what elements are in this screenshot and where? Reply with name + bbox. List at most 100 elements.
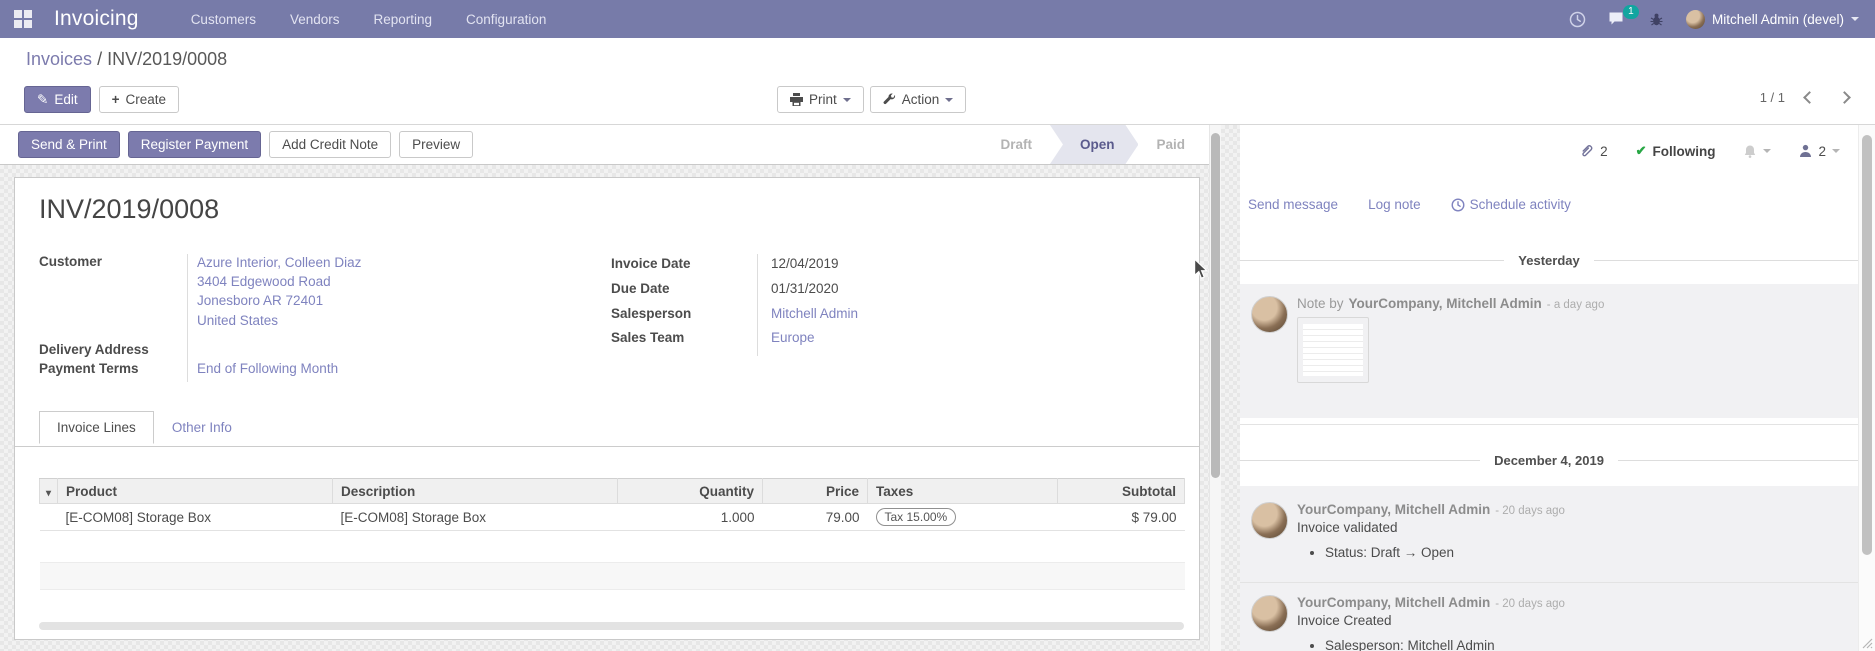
invoice-title: INV/2019/0008	[39, 194, 219, 225]
followers-count: 2	[1818, 144, 1826, 159]
pager-next-icon[interactable]	[1838, 91, 1851, 104]
send-print-button[interactable]: Send & Print	[18, 131, 120, 158]
breadcrumb-current: INV/2019/0008	[107, 49, 227, 69]
attachments-button[interactable]: 2	[1579, 144, 1608, 159]
table-row[interactable]: [E-COM08] Storage Box [E-COM08] Storage …	[40, 504, 1185, 531]
table-row[interactable]	[40, 531, 1185, 563]
following-button[interactable]: ✔ Following	[1636, 143, 1716, 159]
col-product[interactable]: Product	[58, 479, 333, 504]
cell-description[interactable]: [E-COM08] Storage Box	[333, 504, 618, 531]
sales-team-label: Sales Team	[611, 330, 684, 345]
col-taxes[interactable]: Taxes	[868, 479, 1058, 504]
customer-value[interactable]: Azure Interior, Colleen Diaz 3404 Edgewo…	[197, 253, 361, 330]
date-divider: December 4, 2019	[1240, 453, 1858, 468]
cell-taxes[interactable]: Tax 15.00%	[868, 504, 1058, 531]
due-date-value: 01/31/2020	[771, 281, 839, 296]
tab-invoice-lines[interactable]: Invoice Lines	[39, 411, 154, 444]
breadcrumb: Invoices / INV/2019/0008	[26, 49, 227, 70]
chevron-down-icon	[1763, 149, 1771, 153]
print-button[interactable]: Print	[777, 86, 864, 113]
cell-quantity[interactable]: 1.000	[618, 504, 763, 531]
customer-name[interactable]: Azure Interior, Colleen Diaz	[197, 253, 361, 272]
payment-terms-label: Payment Terms	[39, 361, 139, 376]
chatter-scrollbar[interactable]	[1858, 125, 1875, 651]
col-subtotal[interactable]: Subtotal	[1058, 479, 1185, 504]
user-menu[interactable]: Mitchell Admin (devel)	[1686, 10, 1859, 29]
cell-price[interactable]: 79.00	[763, 504, 868, 531]
customer-city[interactable]: Jonesboro AR 72401	[197, 291, 361, 310]
menu-reporting[interactable]: Reporting	[374, 12, 433, 27]
apps-grid-icon[interactable]	[14, 10, 32, 28]
action-button[interactable]: Action	[870, 86, 967, 113]
check-icon: ✔	[1636, 143, 1647, 159]
breadcrumb-invoices[interactable]: Invoices	[26, 49, 92, 69]
pager-previous-icon[interactable]	[1803, 91, 1816, 104]
menu-vendors[interactable]: Vendors	[290, 12, 340, 27]
sales-team-value[interactable]: Europe	[771, 330, 815, 345]
chatter-message[interactable]: Note by YourCompany, Mitchell Admin - a …	[1240, 284, 1858, 418]
schedule-activity-link[interactable]: Schedule activity	[1451, 197, 1571, 212]
message-prefix: Note by	[1297, 296, 1344, 311]
send-message-link[interactable]: Send message	[1248, 197, 1338, 212]
table-horizontal-scrollbar[interactable]	[39, 622, 1184, 630]
sort-caret-icon[interactable]: ▾	[40, 479, 58, 504]
subscription-bell-button[interactable]	[1743, 144, 1771, 159]
salesperson-value[interactable]: Mitchell Admin	[771, 306, 858, 321]
log-note-link[interactable]: Log note	[1368, 197, 1421, 212]
tab-other-info[interactable]: Other Info	[154, 412, 250, 443]
topbar-right: 1 Mitchell Admin (devel)	[1569, 10, 1859, 29]
app-brand[interactable]: Invoicing	[54, 7, 139, 31]
customer-street[interactable]: 3404 Edgewood Road	[197, 272, 361, 291]
chatter-message[interactable]: YourCompany, Mitchell Admin - 20 days ag…	[1240, 486, 1858, 582]
user-name: Mitchell Admin (devel)	[1712, 12, 1844, 27]
table-header-row: ▾ Product Description Quantity Price Tax…	[40, 479, 1185, 504]
form-scrollbar-thumb[interactable]	[1211, 133, 1220, 478]
table-row[interactable]	[40, 563, 1185, 590]
col-price[interactable]: Price	[763, 479, 868, 504]
followers-button[interactable]: 2	[1799, 144, 1840, 159]
form-scrollbar[interactable]	[1209, 125, 1221, 651]
invoice-date-value: 12/04/2019	[771, 256, 839, 271]
attachment-thumbnail[interactable]	[1297, 317, 1369, 383]
col-quantity[interactable]: Quantity	[618, 479, 763, 504]
avatar	[1251, 595, 1288, 632]
chevron-down-icon	[945, 98, 953, 102]
create-button[interactable]: + Create	[99, 86, 179, 113]
breadcrumb-separator: /	[97, 49, 102, 69]
register-payment-button[interactable]: Register Payment	[128, 131, 261, 158]
invoice-lines-table: ▾ Product Description Quantity Price Tax…	[39, 478, 1185, 620]
payment-terms-value[interactable]: End of Following Month	[197, 361, 338, 376]
message-separator	[1240, 424, 1858, 425]
field-separator	[757, 254, 758, 356]
add-credit-note-button[interactable]: Add Credit Note	[269, 131, 391, 158]
status-paid[interactable]: Paid	[1138, 125, 1203, 164]
customer-label: Customer	[39, 254, 102, 269]
customer-country[interactable]: United States	[197, 311, 361, 330]
col-description[interactable]: Description	[333, 479, 618, 504]
chatter-message[interactable]: YourCompany, Mitchell Admin - 20 days ag…	[1240, 582, 1858, 651]
attachments-count: 2	[1600, 144, 1608, 159]
message-author[interactable]: YourCompany, Mitchell Admin	[1297, 502, 1490, 517]
messages-icon[interactable]: 1	[1608, 11, 1627, 27]
message-time: - a day ago	[1547, 299, 1605, 311]
resize-grip-icon[interactable]	[1861, 637, 1873, 649]
date-divider: Yesterday	[1240, 253, 1858, 268]
activities-clock-icon[interactable]	[1569, 11, 1586, 28]
status-open[interactable]: Open	[1050, 125, 1139, 164]
menu-customers[interactable]: Customers	[191, 12, 256, 27]
preview-button[interactable]: Preview	[399, 131, 473, 158]
cell-product[interactable]: [E-COM08] Storage Box	[58, 504, 333, 531]
paperclip-icon	[1579, 144, 1594, 159]
debug-bug-icon[interactable]	[1649, 12, 1664, 27]
panel-gap	[1221, 125, 1240, 651]
chatter-scrollbar-thumb[interactable]	[1862, 135, 1872, 555]
message-author[interactable]: YourCompany, Mitchell Admin	[1297, 595, 1490, 610]
status-draft[interactable]: Draft	[982, 125, 1050, 164]
table-row[interactable]	[40, 590, 1185, 620]
tracking-value: Salesperson: Mitchell Admin	[1325, 638, 1842, 651]
menu-configuration[interactable]: Configuration	[466, 12, 546, 27]
salesperson-label: Salesperson	[611, 306, 691, 321]
edit-button[interactable]: ✎ Edit	[24, 86, 91, 113]
status-stepper: Draft Open Paid	[982, 125, 1203, 164]
message-author[interactable]: YourCompany, Mitchell Admin	[1349, 296, 1542, 311]
